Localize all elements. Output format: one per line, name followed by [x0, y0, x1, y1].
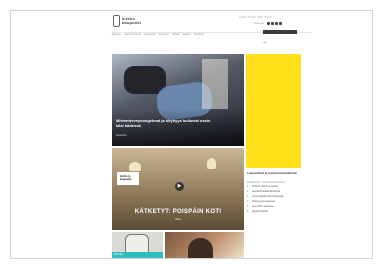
most-read-list: 1 Kolumni: Älä anna periksi 2 Seurakunta…: [247, 186, 299, 216]
site-logo[interactable]: kirkko kaupunki: [113, 15, 141, 27]
browser-frame: kirkko kaupunki 0400 0000 000 0000 Seura…: [10, 10, 373, 259]
video-article-card[interactable]: kirkko ja kaupunki ▶ KÄTKETYT: POISPÄIN …: [112, 148, 244, 230]
nav-item-kaupunki[interactable]: Kaupunki: [144, 33, 156, 36]
ad-banner[interactable]: [246, 54, 301, 168]
list-item[interactable]: 2 Seurakuntavaalit lähestyvät: [247, 191, 299, 194]
lamp-image: [207, 158, 216, 169]
article-image-person: [188, 238, 213, 258]
most-read-tabs[interactable]: Luetuimmat · Kommentoiduimmat: [247, 181, 285, 184]
video-board-text: kirkko ja kaupunki: [120, 175, 132, 181]
list-item-title[interactable]: Uusi kirkko valmistuu: [252, 206, 274, 209]
youtube-icon[interactable]: [278, 21, 282, 25]
logo-line-2: kaupunki: [122, 20, 142, 25]
nav-item-podcast[interactable]: Podcast: [194, 33, 204, 36]
list-item[interactable]: 1 Kolumni: Älä anna periksi: [247, 186, 299, 189]
twitter-icon[interactable]: [270, 21, 274, 25]
nav-item-etusivu[interactable]: Etusivu: [112, 33, 121, 36]
nav-item-elama[interactable]: Elämä: [183, 33, 191, 36]
logo-icon: [113, 15, 120, 27]
list-item[interactable]: 6 Kirjeitä lukijoilta: [247, 211, 299, 214]
nav-item-ajankohtaista[interactable]: Ajankohtaista: [124, 33, 141, 36]
list-item[interactable]: 5 Uusi kirkko valmistuu: [247, 206, 299, 209]
list-item[interactable]: 3 Joulun tapahtumat Helsingissä: [247, 196, 299, 199]
facebook-icon[interactable]: [266, 21, 270, 25]
header-contact-links[interactable]: 0400 0000 000 0000: [239, 15, 272, 19]
hero-article[interactable]: Mielenterveysongelmat ja köyhyys kulkeva…: [112, 54, 244, 146]
nav-item-kirkko[interactable]: Kirkko: [172, 33, 180, 36]
main-nav: Etusivu Ajankohtaista Kaupunki Kulttuuri…: [112, 33, 204, 36]
hero-title[interactable]: Mielenterveysongelmat ja köyhyys kulkeva…: [116, 118, 211, 128]
hero-image-light: [202, 59, 228, 109]
nav-item-kulttuuri[interactable]: Kulttuuri: [159, 33, 169, 36]
list-item-title[interactable]: Kolumni: Älä anna periksi: [252, 186, 278, 189]
lamp-image: [129, 162, 141, 171]
play-icon[interactable]: ▶: [175, 182, 184, 191]
most-read-heading: Luetuimmat ja kommentoiduimmat: [247, 171, 297, 175]
list-item[interactable]: 4 Pappi kertoo arjestaan: [247, 201, 299, 204]
article-card[interactable]: [165, 232, 244, 258]
video-card-subtitle: Video: [174, 218, 182, 221]
list-item-title[interactable]: Kirjeitä lukijoilta: [252, 211, 268, 214]
list-item-title[interactable]: Joulun tapahtumat Helsingissä: [252, 196, 283, 199]
social-links: Seuraa: [254, 21, 282, 25]
video-card-title[interactable]: KÄTKETYT: POISPÄIN KOTI: [112, 209, 244, 215]
social-label: Seuraa: [254, 21, 264, 25]
list-item-title[interactable]: Seurakuntavaalit lähestyvät: [252, 191, 280, 194]
hero-category-tag[interactable]: Kaupunki: [116, 134, 126, 137]
search-input[interactable]: [263, 41, 297, 45]
podcast-label: Podcast: [114, 253, 124, 256]
list-item-title[interactable]: Pappi kertoo arjestaan: [252, 201, 275, 204]
instagram-icon[interactable]: [274, 21, 278, 25]
podcast-card[interactable]: Podcast: [112, 232, 163, 258]
video-logo-board: kirkko ja kaupunki: [117, 172, 139, 185]
search-bar[interactable]: [263, 30, 297, 45]
